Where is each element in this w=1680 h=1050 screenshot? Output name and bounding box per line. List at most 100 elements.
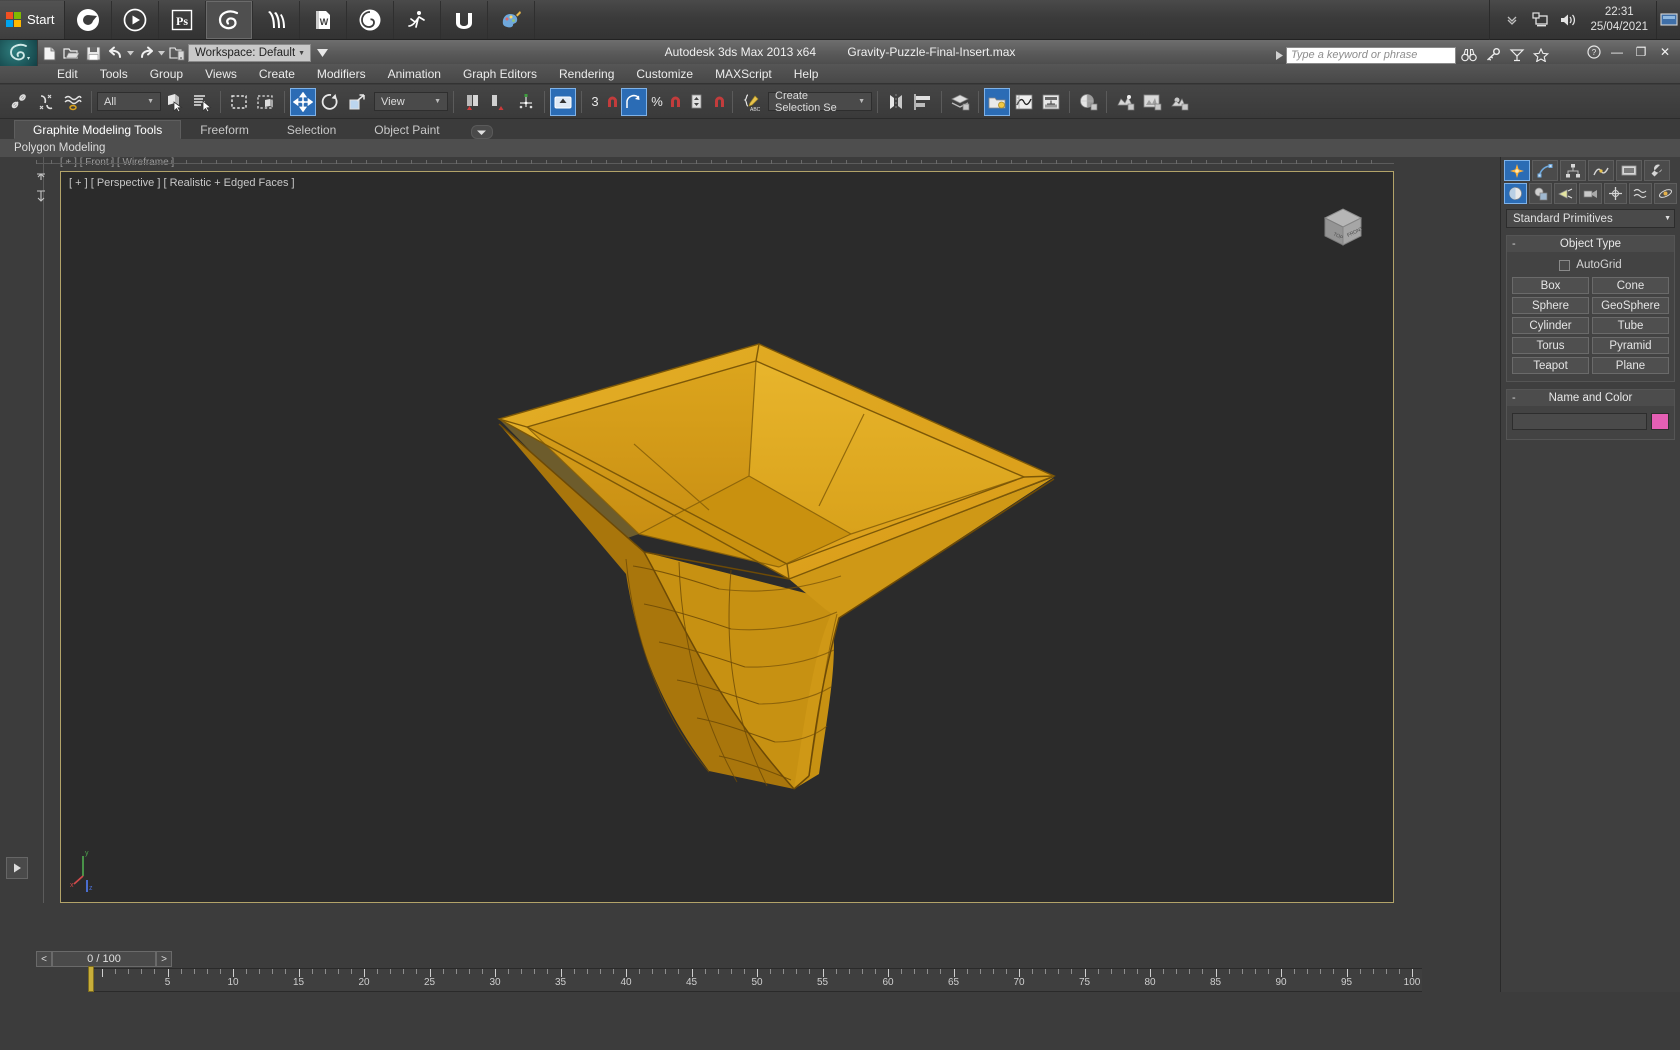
named-selection-set-combo[interactable]: Create Selection Se ▼ — [768, 90, 872, 114]
use-pivot-point-center-icon[interactable] — [459, 88, 485, 116]
select-and-scale-icon[interactable] — [344, 88, 370, 116]
primitive-category-combo[interactable]: Standard Primitives ▼ — [1506, 209, 1675, 228]
tray-volume-icon[interactable] — [1554, 1, 1582, 39]
bind-to-space-warp-icon[interactable] — [60, 88, 86, 116]
select-and-move-icon[interactable] — [290, 87, 316, 116]
menu-animation[interactable]: Animation — [377, 64, 452, 84]
maximize-button[interactable]: ❐ — [1630, 43, 1652, 61]
workspace-menu-icon[interactable] — [311, 41, 333, 65]
render-frame-window-icon[interactable] — [1139, 88, 1165, 116]
geometry-subtab[interactable] — [1504, 182, 1527, 204]
ribbon-tab-object-paint[interactable]: Object Paint — [355, 120, 458, 139]
layer-manager-icon[interactable] — [947, 88, 973, 116]
menu-edit[interactable]: Edit — [46, 64, 89, 84]
menu-group[interactable]: Group — [139, 64, 194, 84]
help-icon[interactable]: ? — [1584, 43, 1604, 61]
render-production-icon[interactable] — [1166, 88, 1192, 116]
taskbar-photoshop-icon[interactable]: Ps — [159, 0, 207, 39]
open-file-icon[interactable] — [60, 41, 82, 65]
rollout-collapse-icon[interactable]: - — [1512, 390, 1516, 406]
hierarchy-tab[interactable] — [1560, 160, 1586, 181]
space-warps-subtab[interactable] — [1629, 182, 1652, 204]
create-tab[interactable] — [1504, 160, 1530, 181]
taskbar-bittorrent-icon[interactable] — [347, 0, 395, 39]
modify-tab[interactable] — [1532, 160, 1558, 181]
graphite-modeling-toggle-icon[interactable] — [984, 87, 1010, 116]
key-icon[interactable] — [1482, 45, 1504, 65]
menu-tools[interactable]: Tools — [89, 64, 139, 84]
ribbon-tab-graphite-modeling-tools[interactable]: Graphite Modeling Tools — [14, 120, 182, 139]
object-color-swatch[interactable] — [1651, 413, 1669, 430]
material-editor-icon[interactable] — [1075, 88, 1101, 116]
minimize-button[interactable]: — — [1606, 43, 1628, 61]
select-object-icon[interactable] — [162, 88, 188, 116]
selection-filter-combo[interactable]: All ▼ — [97, 92, 161, 111]
tray-network-icon[interactable] — [1526, 1, 1554, 39]
use-transform-coordinate-center-icon[interactable] — [513, 88, 539, 116]
satellite-icon[interactable] — [1506, 45, 1528, 65]
menu-create[interactable]: Create — [248, 64, 306, 84]
edit-named-selection-sets-icon[interactable]: ABC — [738, 88, 764, 116]
taskbar-word-icon[interactable]: W — [300, 0, 348, 39]
primitive-tube-button[interactable]: Tube — [1592, 317, 1669, 334]
rollout-collapse-icon[interactable]: - — [1512, 236, 1516, 252]
menu-help[interactable]: Help — [783, 64, 830, 84]
frame-marker[interactable] — [88, 966, 94, 992]
chevron-down-icon[interactable] — [470, 125, 493, 139]
display-tab[interactable] — [1616, 160, 1642, 181]
time-slider[interactable]: < 0 / 100 > — [36, 950, 1396, 968]
motion-tab[interactable] — [1588, 160, 1614, 181]
undo-icon[interactable] — [104, 41, 126, 65]
primitive-box-button[interactable]: Box — [1512, 277, 1589, 294]
primitive-teapot-button[interactable]: Teapot — [1512, 357, 1589, 374]
prev-frame-arrow[interactable]: < — [36, 951, 52, 967]
object-type-header[interactable]: - Object Type — [1507, 236, 1674, 252]
object-name-input[interactable] — [1512, 413, 1647, 430]
unlink-selection-icon[interactable] — [33, 88, 59, 116]
schematic-view-icon[interactable] — [1038, 88, 1064, 116]
start-button[interactable]: Start — [0, 0, 66, 39]
show-desktop-icon[interactable] — [1656, 0, 1680, 39]
close-button[interactable]: ✕ — [1654, 43, 1676, 61]
curve-editor-icon[interactable] — [1011, 88, 1037, 116]
inactive-viewport-strip[interactable]: [ + ] [ Front ] [ Wireframe ] — [36, 157, 1394, 171]
shapes-subtab[interactable] — [1529, 182, 1552, 204]
redo-dropdown-icon[interactable] — [157, 41, 166, 65]
select-and-link-icon[interactable] — [6, 88, 32, 116]
new-file-icon[interactable] — [38, 41, 60, 65]
menu-modifiers[interactable]: Modifiers — [306, 64, 377, 84]
taskbar-3dsmax-icon[interactable] — [206, 0, 254, 39]
viewport-expand-button[interactable] — [6, 857, 28, 879]
select-by-name-icon[interactable] — [189, 88, 215, 116]
systems-subtab[interactable] — [1654, 182, 1677, 204]
reference-coordinate-combo[interactable]: View ▼ — [374, 92, 448, 111]
workspace-selector[interactable]: Workspace: Default ▼ — [188, 44, 312, 62]
ribbon-tab-freeform[interactable]: Freeform — [181, 120, 268, 139]
utilities-tab[interactable] — [1644, 160, 1670, 181]
taskbar-clock[interactable]: 22:31 25/04/2021 — [1582, 5, 1656, 34]
rectangular-select-region-icon[interactable] — [226, 88, 252, 116]
undo-dropdown-icon[interactable] — [126, 41, 135, 65]
menu-rendering[interactable]: Rendering — [548, 64, 625, 84]
star-icon[interactable] — [1530, 45, 1552, 65]
menu-views[interactable]: Views — [194, 64, 248, 84]
current-frame-display[interactable]: 0 / 100 — [52, 951, 156, 967]
render-setup-icon[interactable] — [1112, 88, 1138, 116]
tray-expand-icon[interactable] — [1498, 1, 1526, 39]
taskbar-paint-icon[interactable] — [488, 0, 536, 39]
taskbar-media-player-icon[interactable] — [112, 0, 160, 39]
binoculars-icon[interactable] — [1458, 45, 1480, 65]
cameras-subtab[interactable] — [1579, 182, 1602, 204]
taskbar-mixamo-icon[interactable] — [394, 0, 442, 39]
spinner-snap-toggle-icon[interactable] — [684, 88, 710, 116]
project-folder-icon[interactable] — [166, 41, 188, 65]
use-selection-center-icon[interactable] — [486, 88, 512, 116]
named-select-icon[interactable] — [550, 87, 576, 116]
primitive-cone-button[interactable]: Cone — [1592, 277, 1669, 294]
redo-icon[interactable] — [135, 41, 157, 65]
angle-snap-toggle-icon[interactable] — [621, 87, 647, 116]
taskbar-corsair-icon[interactable] — [253, 0, 301, 39]
helpers-subtab[interactable] — [1604, 182, 1627, 204]
lights-subtab[interactable] — [1554, 182, 1577, 204]
autogrid-row[interactable]: AutoGrid — [1512, 257, 1669, 277]
